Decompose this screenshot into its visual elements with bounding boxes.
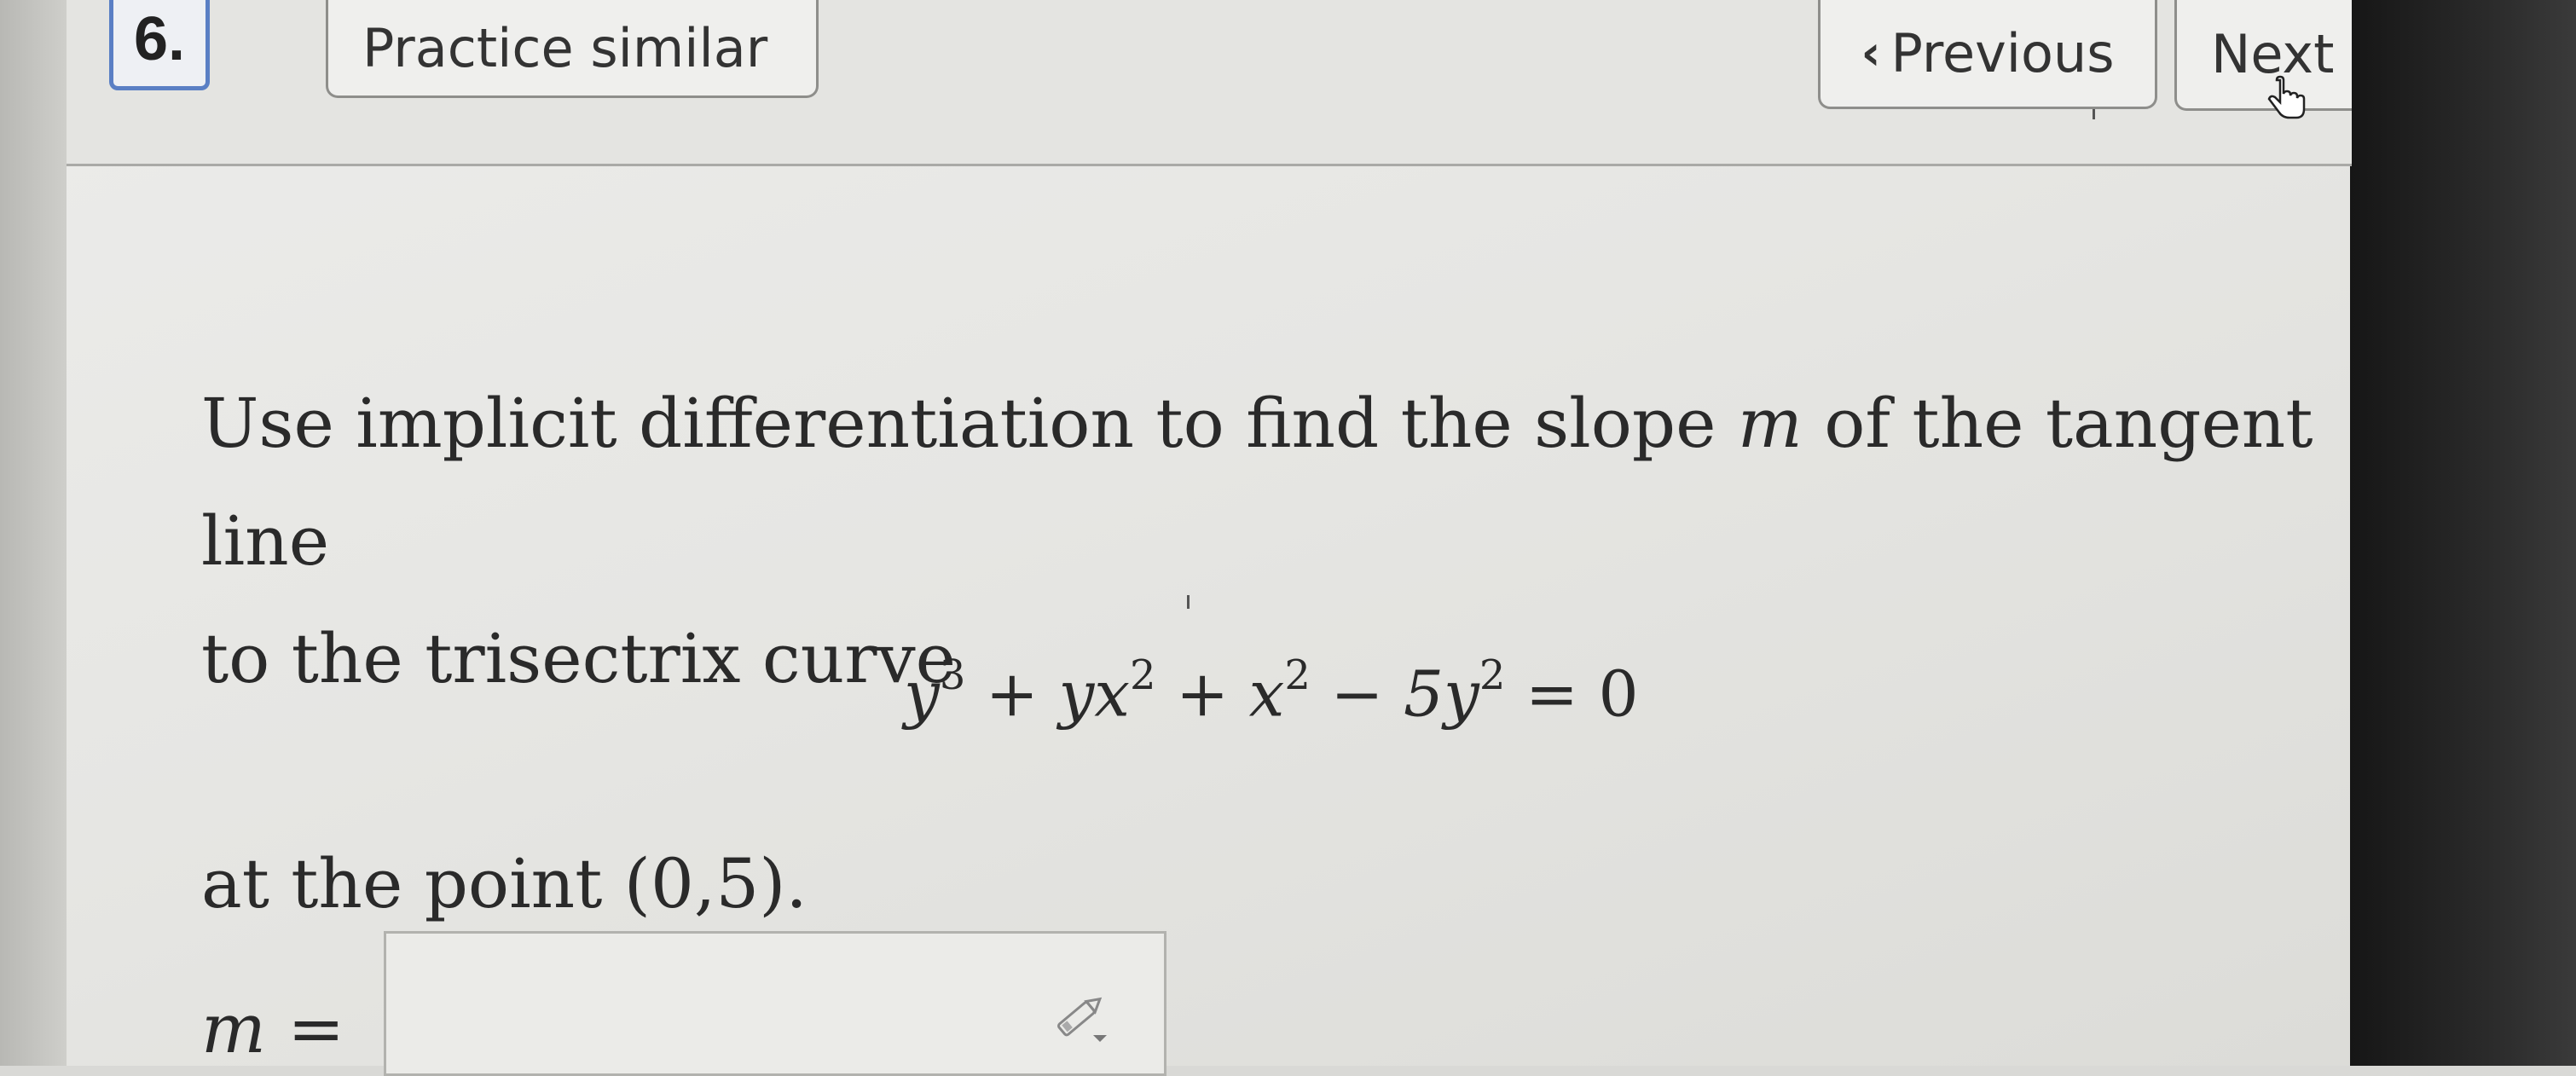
eq-term2-exp: 2 bbox=[1129, 651, 1156, 699]
question-number-badge: 6. bbox=[109, 0, 210, 90]
eq-term4-base: 5y bbox=[1403, 657, 1479, 732]
eq-term1-exp: 3 bbox=[939, 651, 966, 699]
eq-term1-base: y bbox=[904, 657, 940, 732]
stray-mark bbox=[2093, 109, 2095, 119]
eq-rhs: = 0 bbox=[1525, 657, 1639, 732]
point-text: at the point (0,5). bbox=[201, 844, 808, 923]
practice-similar-label: Practice similar bbox=[362, 16, 768, 79]
eq-op1: + bbox=[985, 657, 1039, 732]
chevron-left-icon: ‹ bbox=[1861, 26, 1881, 81]
eq-op2: + bbox=[1176, 657, 1230, 732]
trisectrix-equation: y3 + yx2 + x2 − 5y2 = 0 bbox=[904, 651, 1639, 732]
left-edge bbox=[0, 0, 68, 1066]
eq-term3-base: x bbox=[1248, 657, 1285, 732]
question-text-line2: to the trisectrix curve bbox=[201, 619, 956, 698]
pointer-hand-icon bbox=[2267, 75, 2306, 119]
screen-bezel bbox=[2350, 0, 2576, 1066]
pencil-icon[interactable] bbox=[1045, 987, 1114, 1047]
answer-label: m = bbox=[201, 989, 345, 1068]
question-text-part1: Use implicit differentiation to find the… bbox=[201, 384, 1716, 463]
previous-button[interactable]: ‹ Previous bbox=[1818, 0, 2157, 109]
eq-op3: − bbox=[1330, 657, 1384, 732]
eq-term2-base: yx bbox=[1058, 657, 1130, 732]
eq-term4-exp: 2 bbox=[1479, 651, 1506, 699]
practice-similar-button[interactable]: Practice similar bbox=[326, 0, 819, 98]
slope-symbol: m bbox=[1737, 384, 1803, 463]
eq-term3-exp: 2 bbox=[1284, 651, 1311, 699]
previous-label: Previous bbox=[1890, 22, 2115, 84]
